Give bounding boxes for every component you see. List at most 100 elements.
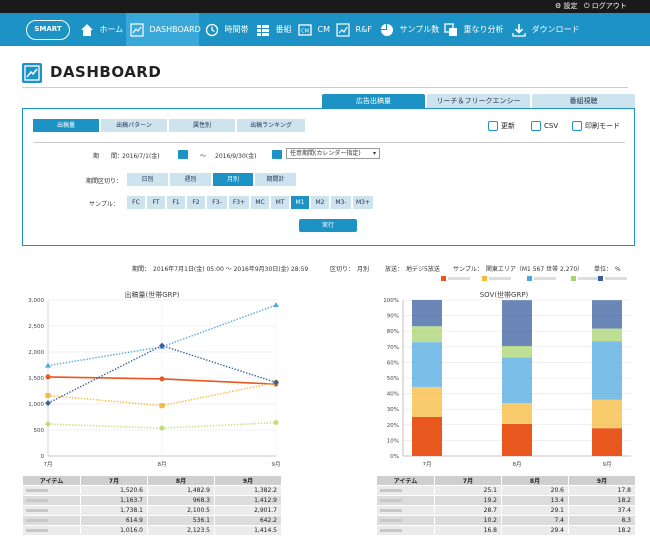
tab-reach-frequency[interactable]: リーチ＆フリークエンシー — [427, 94, 530, 108]
table-cell: 29.4 — [501, 525, 569, 536]
pie-icon — [381, 23, 393, 36]
period-separator: 〜 — [200, 153, 207, 160]
period-from-value: 2016/7/1(金) — [122, 153, 160, 160]
sample-label: サンプル： — [89, 201, 119, 208]
item-name-redacted — [22, 515, 81, 526]
x-tick-label: 7月 — [44, 461, 53, 468]
x-tick-label: 9月 — [272, 461, 281, 468]
program-icon — [257, 24, 269, 36]
subtab-pattern[interactable]: 出稿パターン — [101, 119, 167, 132]
y-tick-label: 10% — [387, 438, 399, 444]
column-header: 7月 — [434, 475, 502, 486]
bar-segment — [502, 300, 532, 347]
y-tick-label: 30% — [387, 407, 399, 413]
table-cell: 25.1 — [434, 485, 502, 496]
data-point — [159, 425, 165, 431]
legend-swatch — [441, 276, 470, 282]
subtab-attribute[interactable]: 属性別 — [169, 119, 235, 132]
sample-option[interactable]: M3- — [331, 196, 351, 209]
subtab-volume[interactable]: 出稿量 — [33, 119, 99, 132]
table-row: 16.8 29.4 18.2 — [376, 525, 636, 536]
sample-option[interactable]: M3+ — [353, 196, 373, 209]
sample-option[interactable]: F1 — [167, 196, 185, 209]
info-period: 期間： 2016年7月1日(金) 05:00 〜 2016年9月30日(金) 2… — [132, 266, 309, 273]
sample-option[interactable]: M2 — [311, 196, 329, 209]
table-row: 10.2 7.4 8.3 — [376, 515, 636, 526]
calendar-icon[interactable] — [272, 150, 282, 159]
data-point — [159, 403, 165, 409]
smart-logo[interactable]: SMART — [26, 20, 70, 40]
calendar-icon[interactable] — [178, 150, 188, 159]
table-cell: 28.7 — [434, 505, 502, 516]
nav-overlap-analysis[interactable]: 重なり分析 — [444, 13, 508, 46]
nav-download[interactable]: ダウンロード — [512, 13, 582, 46]
sample-option[interactable]: F3- — [207, 196, 227, 209]
y-tick-label: 60% — [387, 360, 399, 366]
run-button[interactable]: 実行 — [299, 219, 357, 232]
csv-icon — [531, 121, 541, 131]
bar-segment — [592, 341, 622, 400]
page-title: DASHBOARD — [50, 63, 162, 81]
print-mode-button[interactable]: 印刷モード — [572, 121, 620, 131]
sample-option[interactable]: FT — [147, 196, 165, 209]
table-cell: 13.4 — [501, 495, 569, 506]
bar-segment — [592, 328, 622, 342]
legend-label-redacted — [534, 277, 556, 280]
table-row: 614.9 536.1 642.2 — [22, 515, 282, 526]
table-cell: 614.9 — [80, 515, 148, 526]
bar-segment — [502, 346, 532, 358]
sample-option[interactable]: F2 — [187, 196, 205, 209]
bar-segment — [502, 423, 532, 456]
sample-option[interactable]: M1 — [291, 196, 309, 209]
logout-link[interactable]: ⏻ ログアウト — [584, 1, 627, 12]
table-cell: 536.1 — [147, 515, 215, 526]
settings-link[interactable]: ⚙ 設定 — [555, 1, 578, 12]
nav-dashboard[interactable]: DASHBOARD — [126, 13, 201, 46]
sov-data-table: アイテム 7月 8月 9月 25.1 20.6 17.8 19.2 13.4 18.2 28.7 29… — [376, 475, 636, 536]
split-weekly[interactable]: 週別 — [170, 173, 211, 186]
x-tick-label: 8月 — [513, 461, 522, 468]
sample-option[interactable]: MC — [251, 196, 269, 209]
bar-segment — [592, 399, 622, 429]
item-name-redacted — [376, 495, 435, 506]
table-cell: 10.2 — [434, 515, 502, 526]
nav-reach-frequency[interactable]: R&F — [336, 13, 374, 46]
line-chart: 0 500 1,000 1,500 2,000 2,500 3,000 7月 8月 9月 — [28, 298, 281, 468]
y-tick-label: 100% — [383, 298, 399, 304]
period-mode-select[interactable]: 任意期間(カレンダー指定) ▾ — [286, 148, 380, 159]
nav-cm[interactable]: CM CM — [298, 13, 332, 46]
refresh-button[interactable]: 更新 — [488, 121, 515, 131]
split-total[interactable]: 期間計 — [255, 173, 296, 186]
x-tick-label: 8月 — [158, 461, 167, 468]
sample-option[interactable]: FC — [127, 196, 145, 209]
nav-program[interactable]: 番組 — [256, 13, 296, 46]
overlap-icon — [444, 22, 457, 36]
subtab-ranking[interactable]: 出稿ランキング — [237, 119, 305, 132]
split-daily[interactable]: 日別 — [127, 173, 168, 186]
clock-icon — [205, 23, 219, 36]
home-icon — [81, 23, 93, 36]
info-unit: 単位： % — [594, 266, 621, 273]
sample-option[interactable]: F3+ — [229, 196, 249, 209]
legend-label-redacted — [578, 277, 600, 280]
nav-timeslot[interactable]: 時間帯 — [205, 13, 253, 46]
bar-segment — [502, 402, 532, 424]
table-cell: 2,100.5 — [147, 505, 215, 516]
tab-program-viewing[interactable]: 番組視聴 — [532, 94, 635, 108]
csv-button[interactable]: CSV — [531, 121, 558, 131]
info-broadcast: 放送： 地デジ5放送 — [385, 266, 440, 273]
download-icon — [512, 23, 526, 37]
tab-ad-volume[interactable]: 広告出稿量 — [322, 94, 425, 108]
sample-option[interactable]: MT — [271, 196, 289, 209]
column-header: 9月 — [568, 475, 636, 486]
nav-sample-count[interactable]: サンプル数 — [380, 13, 440, 46]
table-cell: 29.1 — [501, 505, 569, 516]
split-monthly[interactable]: 月別 — [213, 173, 253, 186]
chevron-down-icon: ▾ — [372, 150, 376, 157]
legend-swatch — [482, 276, 511, 282]
table-cell: 1,163.7 — [80, 495, 148, 506]
table-cell: 18.2 — [568, 525, 636, 536]
bar-segment — [412, 386, 442, 417]
nav-home[interactable]: ホーム — [80, 13, 126, 46]
bar-segment — [412, 416, 442, 456]
